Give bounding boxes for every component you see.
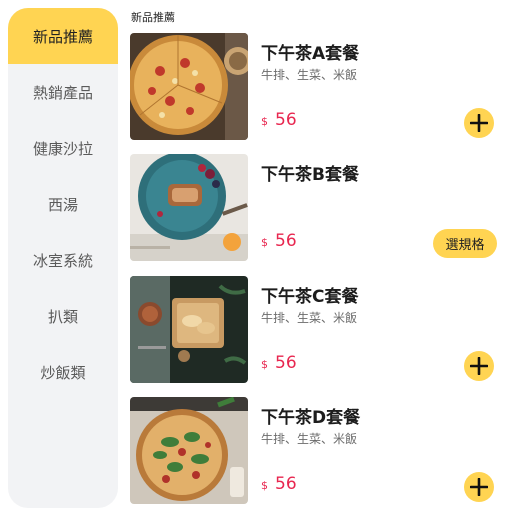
category-sidebar: 新品推薦 熱銷產品 健康沙拉 西湯 冰室系統 扒類 炒飯類 [8,8,118,508]
product-card[interactable]: 下午茶D套餐 牛排、生菜、米飯 $ 56 [130,397,510,505]
price-amount: 56 [275,474,297,494]
price-amount: 56 [275,353,297,373]
product-card[interactable]: 下午茶A套餐 牛排、生菜、米飯 $ 56 [130,33,510,141]
product-image-bread[interactable] [130,276,248,383]
select-spec-button[interactable]: 選規格 [433,229,497,258]
product-name: 下午茶D套餐 [261,408,361,428]
product-image-dessert[interactable] [130,154,248,261]
currency-symbol: $ [261,236,268,249]
category-western-soup[interactable]: 西湯 [8,176,118,232]
product-card[interactable]: 下午茶B套餐 $ 56 選規格 [130,154,510,262]
category-new-recommend[interactable]: 新品推薦 [8,8,118,64]
category-hot-sellers[interactable]: 熱銷產品 [8,64,118,120]
product-image-basil-pizza[interactable] [130,397,248,504]
product-card[interactable]: 下午茶C套餐 牛排、生菜、米飯 $ 56 [130,276,510,384]
product-price: $ 56 [261,474,297,494]
product-name: 下午茶A套餐 [261,44,360,64]
category-fried-rice[interactable]: 炒飯類 [8,344,118,400]
product-description: 牛排、生菜、米飯 [261,311,358,325]
currency-symbol: $ [261,115,268,128]
plus-icon [470,478,488,496]
price-amount: 56 [275,110,297,130]
category-cafe-series[interactable]: 冰室系統 [8,232,118,288]
currency-symbol: $ [261,358,268,371]
product-name: 下午茶C套餐 [261,287,359,307]
add-to-cart-button[interactable] [464,351,494,381]
product-name: 下午茶B套餐 [261,165,359,185]
add-to-cart-button[interactable] [464,472,494,502]
product-price: $ 56 [261,231,297,251]
category-healthy-salad[interactable]: 健康沙拉 [8,120,118,176]
category-grills[interactable]: 扒類 [8,288,118,344]
plus-icon [470,357,488,375]
currency-symbol: $ [261,479,268,492]
section-title: 新品推薦 [131,11,175,24]
product-price: $ 56 [261,110,297,130]
plus-icon [470,114,488,132]
product-image-pizza[interactable] [130,33,248,140]
add-to-cart-button[interactable] [464,108,494,138]
product-price: $ 56 [261,353,297,373]
product-description: 牛排、生菜、米飯 [261,68,358,82]
price-amount: 56 [275,231,297,251]
product-description: 牛排、生菜、米飯 [261,432,358,446]
